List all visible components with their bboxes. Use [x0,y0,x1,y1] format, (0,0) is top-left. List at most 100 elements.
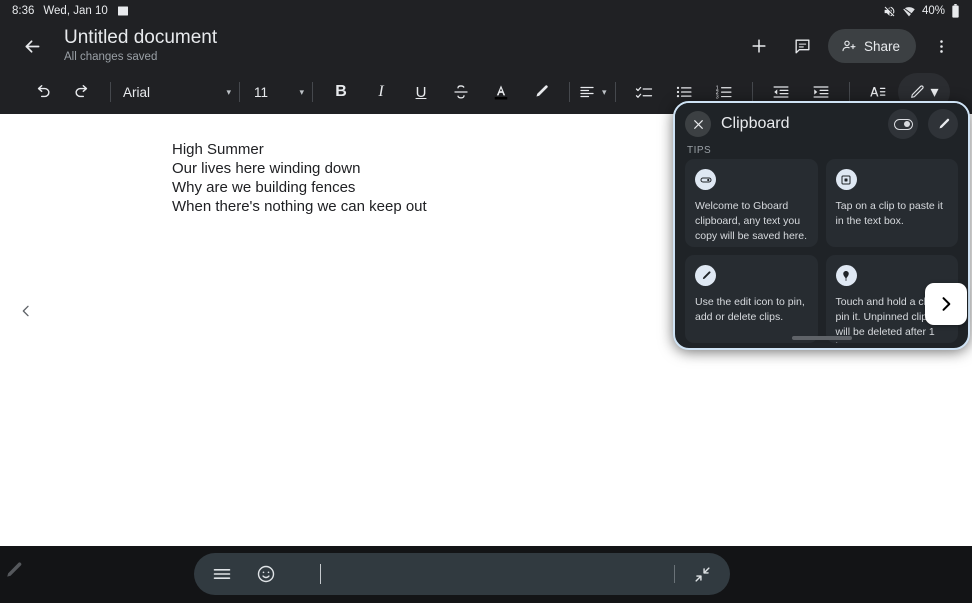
font-size-dropdown[interactable]: 11 ▾ [248,73,304,111]
status-bar-left: 8:36 Wed, Jan 10 [12,5,129,17]
align-left-icon [578,83,596,101]
redo-button[interactable] [62,73,102,111]
share-label: Share [863,38,900,54]
tip-text: Tap on a clip to paste it in the text bo… [835,200,943,227]
more-vert-icon [933,38,950,55]
arrow-back-icon [22,36,43,57]
clipboard-header: Clipboard [675,103,968,145]
close-icon [692,118,705,131]
share-button[interactable]: Share [827,29,916,63]
text-color-button[interactable] [481,73,521,111]
align-dropdown[interactable]: ▾ [578,73,607,111]
clipboard-toggle-switch[interactable] [888,109,918,139]
checklist-icon [635,83,653,101]
page-nav-prev-button[interactable] [14,297,38,325]
bulleted-list-icon [675,83,693,101]
keyboard-bar-area [0,546,972,603]
plus-icon [749,36,769,56]
font-size-value: 11 [254,84,269,100]
tip-card[interactable]: Use the edit icon to pin, add or delete … [685,255,818,343]
strikethrough-icon [452,83,470,101]
mute-icon [883,5,896,18]
wifi-icon [902,5,916,18]
svg-text:3: 3 [715,94,718,100]
image-icon [117,5,129,17]
toolbar-divider [751,82,753,102]
clipboard-edit-button[interactable] [928,109,958,139]
back-button[interactable] [12,26,52,66]
chevron-down-icon: ▾ [602,86,607,97]
chevron-left-icon [18,301,34,321]
comment-icon [793,37,812,56]
chevron-down-icon: ▾ [930,84,939,101]
strikethrough-button[interactable] [441,73,481,111]
stylus-icon [2,560,24,582]
more-options-button[interactable] [922,27,960,65]
increase-indent-icon [812,83,830,101]
toolbar-divider [239,82,240,102]
pencil-icon [695,265,716,286]
page-nav-next-button[interactable] [925,283,967,325]
person-add-icon [841,38,857,54]
add-button[interactable] [740,27,778,65]
text-color-icon [491,82,511,102]
highlight-button[interactable] [521,73,561,111]
toggle-on-icon [893,118,913,130]
app-header: Untitled document All changes saved Shar… [0,22,972,70]
tip-text: Welcome to Gboard clipboard, any text yo… [695,200,808,242]
collapse-keyboard-icon[interactable] [693,565,712,584]
highlighter-icon [532,83,550,101]
decrease-indent-icon [772,83,790,101]
clipboard-icon [835,169,857,190]
device-screen: 8:36 Wed, Jan 10 40% Untitled document A… [0,0,972,603]
keyboard-suggestion-bar [194,553,730,595]
underline-button[interactable]: U [401,73,441,111]
status-time: 8:36 [12,5,35,17]
chevron-down-icon: ▾ [299,86,304,97]
chevron-down-icon: ▾ [226,86,231,97]
status-bar-right: 40% [883,4,960,18]
keyboard-bar-right [674,565,712,584]
tip-text: Use the edit icon to pin, add or delete … [695,296,805,323]
undo-icon [33,83,52,102]
clipboard-title: Clipboard [721,115,790,132]
status-bar: 8:36 Wed, Jan 10 40% [0,0,972,22]
clipboard-drag-handle[interactable] [675,336,968,340]
page-title: Untitled document [64,27,218,48]
toolbar-divider [614,82,616,102]
text-cursor [320,564,321,584]
pencil-icon [936,117,951,132]
document-title-block[interactable]: Untitled document All changes saved [64,27,217,65]
emoji-icon[interactable] [256,564,276,584]
pin-icon [835,265,857,286]
battery-percent: 40% [921,5,945,17]
save-status-text: All changes saved [64,51,158,63]
text-format-icon [868,83,887,102]
bold-button[interactable]: B [321,73,361,111]
hamburger-menu-icon[interactable] [212,564,232,584]
comment-button[interactable] [784,27,822,65]
document-body-text[interactable]: High Summer Our lives here winding down … [172,140,427,216]
toolbar-divider [569,82,570,102]
chevron-right-icon [936,292,956,316]
clipboard-tips-label: TIPS [687,145,712,155]
checklist-button[interactable] [624,73,664,111]
battery-icon [951,4,960,18]
numbered-list-icon: 1 2 3 [715,83,733,101]
header-actions: Share [740,27,960,65]
close-clipboard-button[interactable] [685,111,711,137]
toggle-on-icon [695,169,716,190]
tip-card[interactable]: Tap on a clip to paste it in the text bo… [825,159,958,247]
font-family-dropdown[interactable]: Arial ▾ [119,73,231,111]
redo-icon [73,83,92,102]
undo-button[interactable] [22,73,62,111]
italic-button[interactable]: I [361,73,401,111]
toolbar-divider [312,82,313,102]
status-date: Wed, Jan 10 [43,5,108,17]
tip-card[interactable]: Welcome to Gboard clipboard, any text yo… [685,159,818,247]
toolbar-divider [848,82,850,102]
keyboard-bar-left [212,564,321,584]
pen-icon [909,84,925,100]
toolbar-divider [110,82,111,102]
keyboard-bar-divider [674,565,675,583]
